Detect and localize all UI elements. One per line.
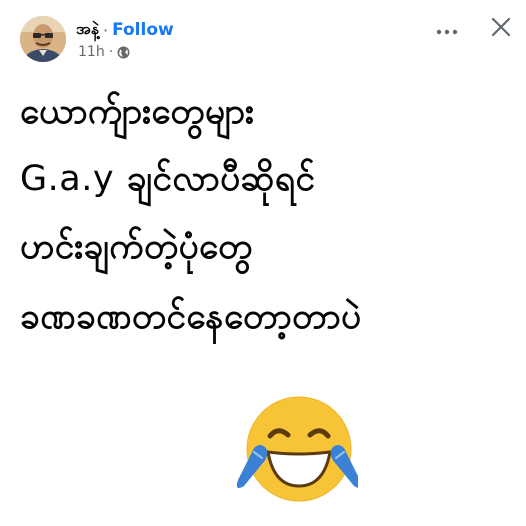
more-options-button[interactable] xyxy=(430,14,464,44)
post-text-latin: G.a.y xyxy=(20,159,115,199)
post-meta: 11h · xyxy=(78,43,130,61)
post-text-line-4: ခဏခဏတင်နေတော့တာပဲ xyxy=(20,297,362,337)
meta-separator: · xyxy=(108,44,114,60)
author-name[interactable]: အနဲ့ xyxy=(76,18,99,42)
globe-icon xyxy=(117,46,130,59)
post-body: ယောက်ျားတွေများ G.a.y ချင်လာပီဆိုရင် ဟင်… xyxy=(0,70,526,526)
post-text-line-2: G.a.y ချင်လာပီဆိုရင် xyxy=(20,157,315,201)
more-horizontal-icon xyxy=(436,20,458,39)
close-icon xyxy=(491,17,511,41)
post-text-line-3: ဟင်းချက်တဲ့ပုံတွေ xyxy=(20,227,253,267)
author-avatar[interactable] xyxy=(20,16,66,62)
author-line: အနဲ့ · Follow xyxy=(76,19,174,41)
follow-button[interactable]: Follow xyxy=(112,20,174,40)
post-time[interactable]: 11h xyxy=(78,44,105,60)
post-text-line-1: ယောက်ျားတွေများ xyxy=(20,92,255,132)
post-text-myanmar: ချင်လာပီဆိုရင် xyxy=(114,159,316,199)
tears-of-joy-emoji xyxy=(232,394,362,504)
close-button[interactable] xyxy=(486,14,516,44)
post-header: အနဲ့ · Follow 11h · xyxy=(0,0,526,70)
name-separator: · xyxy=(102,20,109,40)
